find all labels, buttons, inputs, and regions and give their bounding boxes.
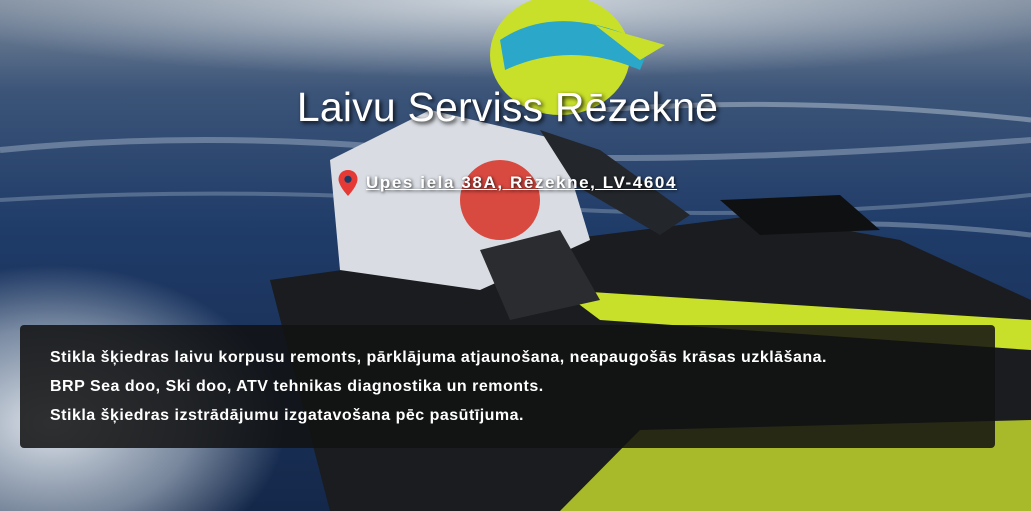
map-pin-icon <box>338 170 358 196</box>
hero-section: Laivu Serviss Rēzeknē Upes iela 38A, Rēz… <box>0 0 1031 511</box>
service-line-fiberglass-repair: Stikla šķiedras laivu korpusu remonts, p… <box>50 349 827 366</box>
service-line-brp-diagnostics: BRP Sea doo, Ski doo, ATV tehnikas diagn… <box>50 378 544 395</box>
page-title: Laivu Serviss Rēzeknē <box>296 84 719 130</box>
address-link[interactable]: Upes iela 38A, Rēzekne, LV-4604 <box>366 173 677 193</box>
services-info-box: Stikla šķiedras laivu korpusu remonts, p… <box>20 325 995 448</box>
service-line-custom-fiberglass: Stikla šķiedras izstrādājumu izgatavošan… <box>50 407 524 424</box>
address-row: Upes iela 38A, Rēzekne, LV-4604 <box>0 170 1015 196</box>
